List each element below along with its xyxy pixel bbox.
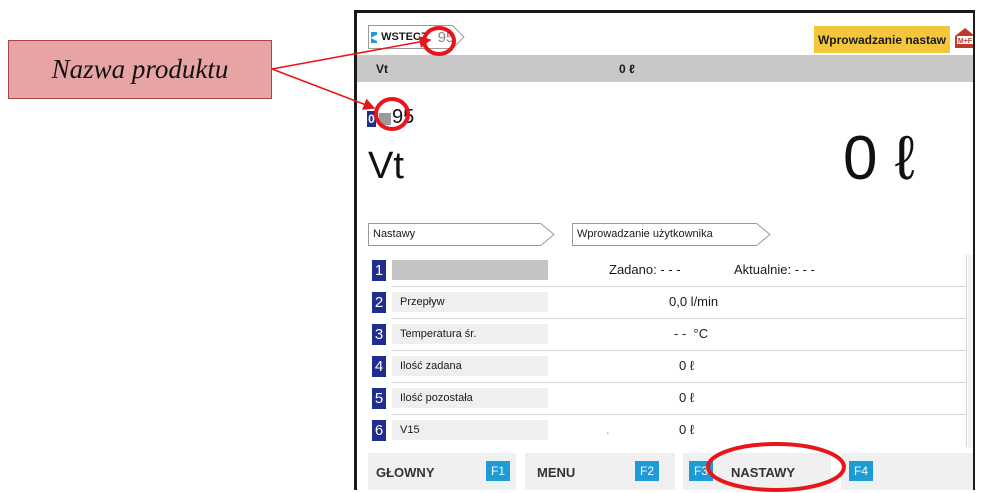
- divider: [966, 415, 967, 447]
- row-number: 2: [372, 292, 386, 313]
- list-item[interactable]: 2 Przepływ 0,0 l/min: [372, 287, 968, 319]
- brand-logo-icon: M+F: [955, 28, 973, 48]
- breadcrumb-arrow-icon: [452, 25, 465, 49]
- fkey-tag: F4: [849, 461, 873, 481]
- divider: [966, 383, 967, 415]
- row-value: 0 ℓ: [552, 356, 967, 376]
- divider: [966, 255, 967, 287]
- row-value: Zadano: - - - Aktualnie: - - -: [552, 260, 967, 280]
- divider: [966, 287, 967, 319]
- fkey-label: GŁOWNY: [376, 465, 435, 480]
- logo-text: M+F: [958, 38, 973, 45]
- product-badge: 0: [367, 111, 376, 127]
- status-strip: Vt 0 ℓ: [357, 55, 973, 82]
- row-name-field: Temperatura śr.: [392, 324, 548, 344]
- row-actual: Aktualnie: - - -: [734, 262, 815, 277]
- row-value: 0 ℓ: [552, 388, 967, 408]
- fkey-f4-button[interactable]: F4: [841, 453, 973, 490]
- row-name-field: Ilość pozostała: [392, 388, 548, 408]
- fkey-nastawy-button[interactable]: F3 NASTAWY: [683, 453, 831, 490]
- fkey-menu-button[interactable]: MENU F2: [525, 453, 675, 490]
- divider: [966, 351, 967, 383]
- breadcrumb-arrow-icon: [756, 223, 771, 246]
- fkey-glowny-button[interactable]: GŁOWNY F1: [368, 453, 516, 490]
- row-name-field: V15: [392, 420, 548, 440]
- measure-value: 0 ℓ: [843, 124, 915, 193]
- mode-label: Wprowadzanie nastaw: [814, 26, 950, 53]
- row-value-text: 0 ℓ: [679, 358, 695, 373]
- list-item[interactable]: 6 V15 . 0 ℓ: [372, 415, 968, 447]
- strip-label: Vt: [376, 62, 388, 76]
- fkey-tag: F1: [486, 461, 510, 481]
- row-name-field: Ilość zadana: [392, 356, 548, 376]
- row-number: 4: [372, 356, 386, 377]
- row-value-text: 0,0 l/min: [669, 294, 719, 309]
- row-number: 5: [372, 388, 386, 409]
- breadcrumb-item-label: Wprowadzanie użytkownika: [572, 223, 757, 246]
- list-item[interactable]: 4 Ilość zadana 0 ℓ: [372, 351, 968, 383]
- measure-label: Vt: [368, 145, 404, 187]
- row-setpoint: Zadano: - - -: [609, 262, 681, 277]
- back-button-label: WSTECZ: [381, 31, 428, 43]
- strip-value: 0 ℓ: [619, 62, 635, 76]
- row-name-field: [392, 260, 548, 280]
- row-value-text: 0 ℓ: [679, 390, 695, 405]
- annotation-callout-text: Nazwa produktu: [51, 54, 229, 84]
- row-value: 0,0 l/min: [552, 292, 967, 312]
- row-number: 6: [372, 420, 386, 441]
- row-value-text: 0 ℓ: [679, 422, 695, 437]
- divider: [966, 319, 967, 351]
- row-name-field: Przepływ: [392, 292, 548, 312]
- annotation-callout: Nazwa produktu: [8, 40, 272, 99]
- fkey-tag: F2: [635, 461, 659, 481]
- product-image-icon[interactable]: [379, 113, 391, 125]
- product-name: 95: [392, 106, 415, 128]
- row-value: - - °C: [552, 324, 967, 344]
- row-dot: .: [606, 422, 610, 437]
- back-arrow-icon: ◀: [371, 31, 378, 43]
- breadcrumb-item-label: Nastawy: [368, 223, 541, 246]
- list-item[interactable]: 5 Ilość pozostała 0 ℓ: [372, 383, 968, 415]
- fkey-label: MENU: [537, 465, 576, 480]
- row-number: 1: [372, 260, 386, 281]
- scrollbar-track[interactable]: [968, 255, 973, 448]
- fkey-label: NASTAWY: [731, 465, 796, 480]
- function-key-bar: GŁOWNY F1 MENU F2 F3 NASTAWY F4: [357, 453, 973, 490]
- row-value: . 0 ℓ: [552, 420, 967, 440]
- breadcrumb-arrow-icon: [540, 223, 555, 246]
- row-number: 3: [372, 324, 386, 345]
- list-item[interactable]: 1 Zadano: - - - Aktualnie: - - -: [372, 255, 968, 287]
- back-button[interactable]: ◀ WSTECZ 95: [368, 25, 454, 49]
- fkey-tag: F3: [689, 461, 713, 481]
- row-value-text: - - °C: [674, 326, 709, 341]
- list-item[interactable]: 3 Temperatura śr. - - °C: [372, 319, 968, 351]
- device-screen: ◀ WSTECZ 95 Wprowadzanie nastaw M+F Vt 0…: [354, 10, 975, 490]
- top-bar: ◀ WSTECZ 95 Wprowadzanie nastaw M+F: [357, 13, 973, 53]
